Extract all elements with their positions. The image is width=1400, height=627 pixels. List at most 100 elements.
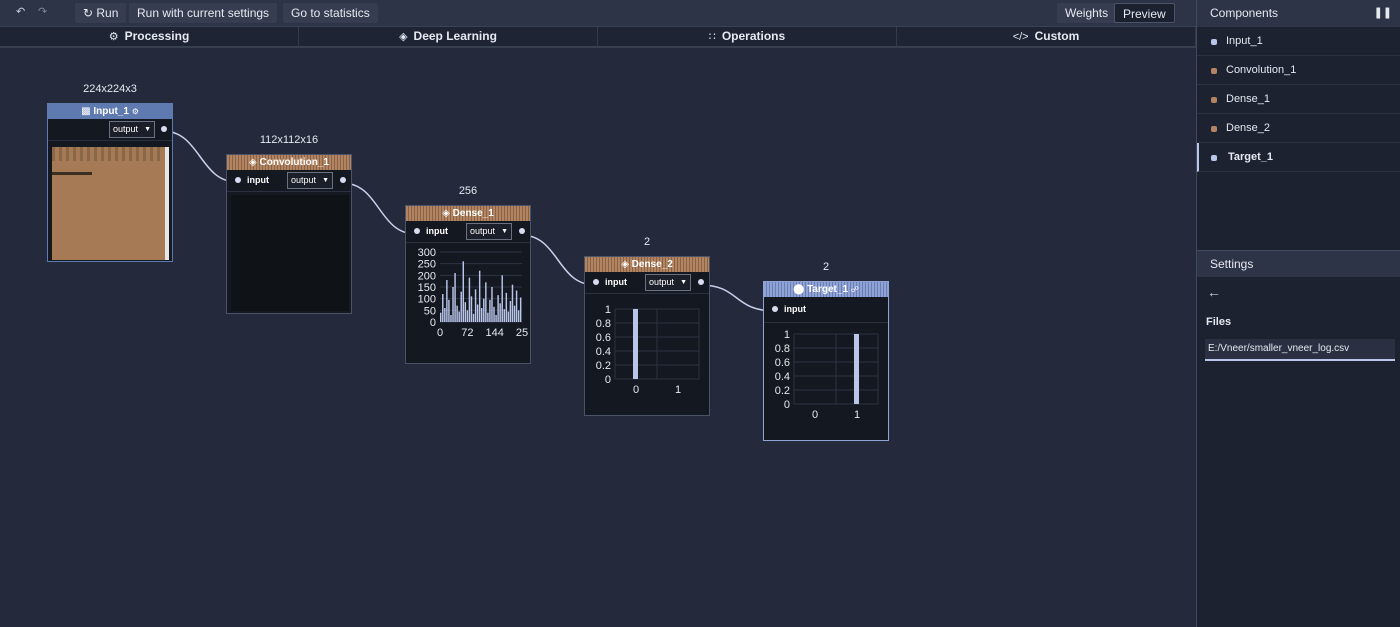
chevron-down-icon: ▼ [322, 177, 329, 184]
weights-button[interactable]: Weights [1057, 3, 1117, 23]
output-select[interactable]: output ▼ [645, 274, 691, 291]
input-port[interactable] [593, 279, 599, 285]
y-tick-label: 50 [424, 305, 436, 317]
node-title: ◈ Convolution_1 [227, 155, 351, 170]
tab-custom[interactable]: </> Custom [897, 27, 1196, 48]
input-port[interactable] [772, 306, 778, 312]
bar [442, 294, 444, 322]
y-tick-label: 0.4 [775, 371, 790, 383]
bar [511, 284, 514, 322]
component-color-icon [1211, 155, 1217, 161]
y-tick-label: 200 [418, 270, 436, 282]
node-convolution[interactable]: 112x112x16 ◈ Convolution_1 input output ▼ [226, 134, 352, 314]
node-dims: 2 [643, 236, 651, 248]
output-port[interactable] [161, 126, 167, 132]
y-tick-label: 0.6 [775, 357, 790, 369]
bar [483, 298, 485, 322]
components-header: Components ❚❚ [1197, 0, 1400, 27]
component-item-dense-2[interactable]: Dense_2 [1197, 114, 1400, 143]
bar [444, 308, 446, 322]
tab-deep-learning[interactable]: ◈ Deep Learning [299, 27, 598, 48]
workspace-canvas[interactable]: 224x224x3 ▩ Input_1 ⚙ output ▼ 112x112x16… [0, 48, 1196, 627]
node-dense-1[interactable]: 256 ◈ Dense_1 input output ▼ 300 250 200 150… [405, 185, 531, 364]
component-color-icon [1211, 126, 1217, 132]
layers-icon: ◈ [442, 208, 453, 219]
collapse-panel-icon[interactable]: ❚❚ [1374, 0, 1392, 27]
run-button[interactable]: ↻ Run [75, 3, 127, 23]
node-input[interactable]: 224x224x3 ▩ Input_1 ⚙ output ▼ [47, 83, 173, 262]
y-tick-label: 250 [418, 259, 436, 271]
right-sidebar: Components ❚❚ Input_1 Convolution_1 Dens… [1196, 0, 1400, 627]
component-color-icon [1211, 39, 1217, 45]
y-tick-label: 0.4 [596, 346, 611, 358]
component-item-dense-1[interactable]: Dense_1 [1197, 85, 1400, 114]
bar [503, 309, 505, 322]
files-label: Files [1206, 316, 1232, 328]
y-tick-label: 0.2 [775, 385, 790, 397]
back-arrow-icon[interactable]: ← [1207, 284, 1221, 300]
grid-icon: ∷ [708, 31, 716, 43]
component-color-icon [1211, 68, 1217, 74]
node-dense-2[interactable]: 2 ◈ Dense_2 input output ▼ 1 0.8 0.6 0.4 0.2 0… [584, 236, 710, 416]
chevron-down-icon: ▼ [501, 228, 508, 235]
bar [497, 295, 499, 322]
bar [460, 291, 462, 322]
bar [456, 305, 458, 322]
input-port[interactable] [414, 228, 420, 234]
y-tick-label: 0.2 [596, 360, 611, 372]
node-title: ▩ Input_1 ⚙ [48, 104, 172, 119]
bar [458, 311, 460, 322]
undo-icon[interactable]: ↶ [16, 5, 25, 18]
node-title: ◈ Dense_2 [585, 257, 709, 272]
file-path-input[interactable]: E:/Vneer/smaller_vneer_log.csv [1205, 339, 1395, 361]
y-tick-label: 0.8 [596, 318, 611, 330]
x-tick-label: 0 [633, 384, 639, 396]
output-select[interactable]: output ▼ [287, 172, 333, 189]
bar [495, 315, 497, 322]
node-title: ⬤ Target_1 ☍ [764, 282, 888, 297]
bar [499, 303, 501, 322]
bar [470, 296, 473, 322]
preview-button[interactable]: Preview [1114, 3, 1175, 23]
dense1-chart: 3002502001501005000 72 144 25 [418, 247, 528, 339]
output-port[interactable] [698, 279, 704, 285]
bar [448, 299, 450, 322]
bar [854, 334, 859, 404]
y-tick-label: 0 [784, 399, 790, 411]
run-current-settings-button[interactable]: Run with current settings [129, 3, 278, 23]
bar [476, 304, 479, 322]
y-tick-label: 1 [605, 304, 611, 316]
y-tick-label: 300 [418, 247, 436, 259]
node-dims: 2 [822, 261, 830, 273]
settings-icon[interactable]: ⚙ [132, 107, 139, 116]
go-to-statistics-button[interactable]: Go to statistics [283, 3, 378, 23]
output-port[interactable] [340, 177, 346, 183]
target-chart: 1 0.8 0.6 0.4 0.2 0 0 1 [775, 329, 879, 421]
x-tick-label: 0 [812, 409, 818, 421]
tab-operations[interactable]: ∷ Operations [598, 27, 897, 48]
gear-icon: ⚙ [108, 31, 119, 43]
toolbar: ↶ ↷ ↻ Run Run with current settings Go t… [0, 0, 1196, 27]
node-target[interactable]: 2 ⬤ Target_1 ☍ input 1 0.8 0.6 0.4 0.2 0 0 1 [763, 261, 889, 441]
y-tick-label: 0.6 [596, 332, 611, 344]
tab-processing[interactable]: ⚙ Processing [0, 27, 299, 48]
component-item-target[interactable]: Target_1 [1197, 143, 1400, 172]
input-port[interactable] [235, 177, 241, 183]
redo-icon[interactable]: ↷ [38, 5, 47, 18]
output-select[interactable]: output ▼ [109, 121, 155, 138]
bar [485, 282, 487, 322]
output-select[interactable]: output ▼ [466, 223, 512, 240]
lock-icon[interactable]: ☍ [851, 285, 859, 294]
output-port[interactable] [519, 228, 525, 234]
component-item-input[interactable]: Input_1 [1197, 27, 1400, 56]
bar [468, 277, 471, 322]
x-tick-label: 1 [854, 409, 860, 421]
y-tick-label: 100 [418, 294, 436, 306]
x-tick-label: 25 [516, 327, 528, 339]
x-tick-label: 1 [675, 384, 681, 396]
layers-icon: ◈ [399, 31, 408, 43]
component-item-convolution[interactable]: Convolution_1 [1197, 56, 1400, 85]
bar [501, 275, 503, 322]
bar [466, 310, 469, 322]
bar [489, 299, 491, 322]
